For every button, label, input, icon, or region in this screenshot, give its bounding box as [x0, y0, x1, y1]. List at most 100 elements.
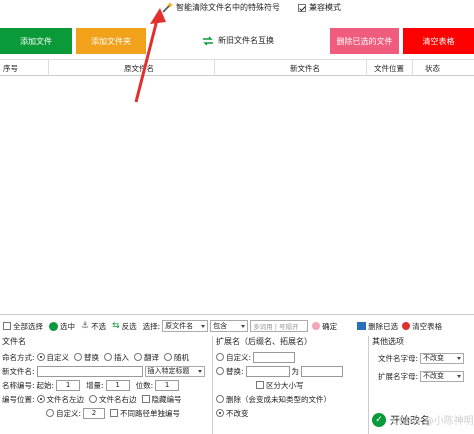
step-label: 增量: — [86, 380, 104, 390]
smart-clean-special-chars-button[interactable]: 智能清除文件名中的特殊符号 — [176, 2, 280, 13]
col-separator — [366, 60, 367, 76]
step-input[interactable]: 1 — [105, 379, 130, 391]
compat-checkbox-box[interactable] — [298, 3, 306, 12]
mode-insert-radio[interactable] — [104, 353, 113, 361]
diff-path-label: 不同路径单独编号 — [120, 408, 181, 418]
select-label: 选中 — [60, 321, 75, 331]
ext-custom-radio[interactable] — [216, 353, 224, 361]
col-separator — [214, 60, 215, 76]
mode-insert-label: 插入 — [114, 352, 130, 362]
mode-custom-label: 自定义 — [46, 352, 70, 362]
pos-custom-input[interactable]: 2 — [83, 407, 106, 419]
filename-case-select[interactable]: 不改变 — [420, 352, 465, 364]
invert-button[interactable]: ⇆ 反选 — [112, 321, 137, 332]
file-table[interactable]: 序号 原文件名 新文件名 文件位置 状态 — [0, 59, 474, 315]
pos-left-label: 文件名左边 — [46, 394, 85, 404]
filename-case-label: 文件名字母: — [378, 353, 419, 363]
insert-title-select[interactable]: 插入特定标题 — [144, 365, 205, 377]
ext-delete-label: 删除（会变成未知类型的文件） — [226, 394, 331, 404]
case-sensitive-checkbox[interactable] — [256, 381, 264, 389]
delete-selected-small-button[interactable]: 删除已选 — [357, 321, 398, 332]
panel-divider — [212, 336, 213, 434]
ext-custom-label: 自定义: — [226, 352, 252, 362]
swap-icon — [203, 36, 213, 45]
col-new-name: 新文件名 — [290, 64, 320, 73]
digits-input[interactable]: 1 — [155, 379, 180, 391]
keyword-input[interactable]: 多词用 | 号隔开 — [250, 320, 309, 332]
play-icon: ✓ — [372, 412, 386, 427]
filename-panel: 文件名 命名方式: 自定义 替换 插入 翻译 随机 新文件名: 插入特定标题 名… — [2, 336, 208, 434]
mode-select[interactable]: 包含 — [210, 320, 249, 332]
ext-replace-from-input[interactable] — [245, 365, 290, 377]
col-original-name: 原文件名 — [124, 64, 154, 73]
delete-selected-files-button[interactable]: 删除已选的文件 — [330, 28, 399, 54]
select-all-checkbox[interactable]: 全部选择 — [3, 321, 43, 332]
pos-custom-radio[interactable] — [46, 409, 54, 417]
swap-names-button[interactable]: 新旧文件名互换 — [202, 35, 274, 46]
ext-case-select[interactable]: 不改变 — [420, 370, 465, 382]
mode-translate-label: 翻译 — [144, 352, 160, 362]
start-label: 起始: — [36, 380, 55, 390]
chevron-down-icon — [241, 324, 246, 328]
mode-select-value: 包含 — [213, 322, 228, 330]
col-separator — [412, 60, 413, 76]
mode-random-radio[interactable] — [164, 353, 173, 361]
numbering-label: 名称编号: — [2, 380, 35, 390]
ext-replace-radio[interactable] — [216, 367, 224, 375]
ext-replace-to-input[interactable] — [301, 365, 344, 377]
custom-position-row: 自定义: 2 不同路径单独编号 — [2, 406, 208, 420]
naming-mode-row: 命名方式: 自定义 替换 插入 翻译 随机 — [2, 350, 208, 364]
col-index: 序号 — [3, 64, 18, 73]
start-input[interactable]: 1 — [56, 379, 81, 391]
ext-replace-label: 替换: — [226, 366, 244, 376]
diff-path-checkbox[interactable] — [110, 409, 119, 417]
field-select[interactable]: 原文件名 — [162, 320, 209, 332]
select-all-box[interactable] — [3, 322, 11, 330]
ext-delete-radio[interactable] — [216, 395, 224, 403]
clear-table-button[interactable]: 清空表格 — [403, 28, 474, 54]
compat-mode-checkbox[interactable]: 兼容模式 — [298, 2, 341, 13]
filename-panel-title: 文件名 — [2, 337, 26, 346]
table-header: 序号 原文件名 新文件名 文件位置 状态 — [0, 60, 474, 76]
add-folder-button[interactable]: 添加文件夹 — [76, 28, 146, 54]
deselect-label: 不选 — [91, 321, 107, 331]
new-name-label: 新文件名: — [2, 366, 35, 376]
ext-nochange-row: 不改变 — [216, 406, 366, 420]
new-name-input[interactable] — [36, 365, 143, 377]
ext-case-value: 不改变 — [423, 372, 445, 380]
hide-number-label: 隐藏编号 — [151, 394, 182, 404]
ext-delete-row: 删除（会变成未知类型的文件） — [216, 392, 366, 406]
compat-mode-label: 兼容模式 — [309, 3, 341, 12]
mode-custom-radio[interactable] — [36, 353, 45, 361]
ext-case-label: 扩展名字母: — [378, 371, 419, 381]
ext-nochange-radio[interactable] — [216, 409, 224, 417]
choose-label: 选择: — [142, 321, 161, 331]
select-all-label: 全部选择 — [13, 321, 43, 331]
filename-case-value: 不改变 — [423, 354, 445, 362]
mode-replace-label: 替换 — [84, 352, 100, 362]
pos-right-radio[interactable] — [89, 395, 98, 403]
select-button[interactable]: 选中 — [49, 321, 75, 332]
other-options-title: 其他选项 — [372, 337, 404, 346]
clear-table-small-button[interactable]: 清空表格 — [402, 321, 442, 332]
hide-number-checkbox[interactable] — [141, 395, 150, 403]
mode-replace-radio[interactable] — [74, 353, 83, 361]
pos-left-radio[interactable] — [36, 395, 45, 403]
confirm-label: 确定 — [322, 321, 338, 331]
case-row: 区分大小写 — [216, 378, 366, 392]
pos-custom-label: 自定义: — [56, 408, 82, 418]
swap-names-label: 新旧文件名互换 — [218, 36, 274, 45]
digits-label: 位数: — [135, 380, 154, 390]
add-file-button[interactable]: 添加文件 — [0, 28, 72, 54]
clear-table-label: 清空表格 — [412, 321, 443, 331]
number-position-row: 编号位置: 文件名左边 文件名右边 隐藏编号 — [2, 392, 208, 406]
confirm-button[interactable]: 确定 — [312, 321, 337, 332]
naming-label: 命名方式: — [2, 352, 35, 362]
deselect-button[interactable]: ⚓ 不选 — [81, 321, 106, 332]
invert-icon: ⇆ — [112, 321, 120, 331]
mode-translate-radio[interactable] — [134, 353, 143, 361]
ext-custom-input[interactable] — [253, 351, 296, 363]
ext-case-row: 扩展名字母: 不改变 — [372, 369, 474, 383]
magic-wand-icon — [162, 2, 173, 13]
extension-panel: 扩展名（后缀名、拓展名） 自定义: 替换: 为 区分大小写 删除（会变成未知类型… — [216, 336, 366, 434]
